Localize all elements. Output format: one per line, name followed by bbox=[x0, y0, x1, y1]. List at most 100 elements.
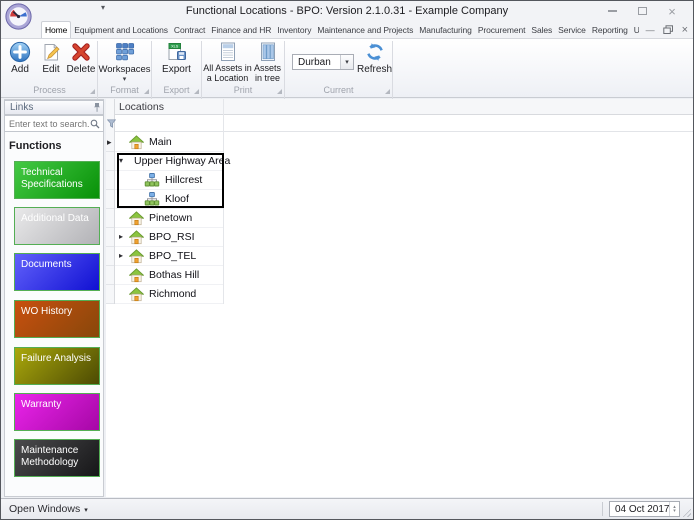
tree-row-bpo-tel[interactable]: ▸ BPO_TEL bbox=[115, 247, 223, 266]
mdi-close-button[interactable]: × bbox=[682, 24, 688, 35]
tile-label: Maintenance Methodology bbox=[21, 445, 79, 468]
links-panel bbox=[4, 99, 104, 497]
format-dialog-launcher-icon[interactable] bbox=[144, 89, 149, 94]
tile-label: Failure Analysis bbox=[21, 353, 92, 364]
minimize-button[interactable] bbox=[597, 2, 627, 20]
open-windows-dropdown-icon: ▾ bbox=[84, 507, 88, 514]
statusbar-separator bbox=[602, 502, 603, 516]
edit-button[interactable]: Edit bbox=[36, 41, 66, 75]
tab-home[interactable]: Home bbox=[41, 21, 72, 38]
close-icon: × bbox=[668, 3, 676, 19]
focused-row-indicator-icon: ▸ bbox=[107, 137, 112, 147]
auto-filter-row[interactable] bbox=[106, 115, 693, 132]
tree-row-label: Hillcrest bbox=[165, 174, 203, 186]
app-logo-icon[interactable] bbox=[5, 3, 32, 30]
house-icon bbox=[129, 286, 144, 301]
maximize-button[interactable] bbox=[627, 2, 657, 20]
tab-service[interactable]: Service bbox=[555, 22, 589, 38]
search-icon bbox=[90, 119, 100, 129]
ribbon-tab-row: Home Equipment and Locations Contract Fi… bbox=[1, 21, 693, 39]
tree-row-kloof[interactable]: Kloof bbox=[115, 190, 223, 209]
add-icon bbox=[9, 41, 31, 63]
link-tile-documents[interactable]: Documents bbox=[14, 253, 100, 291]
tree-row-label: Main bbox=[149, 136, 172, 148]
expander-expanded-icon[interactable]: ▾ bbox=[119, 156, 123, 166]
tree-row-label: Pinetown bbox=[149, 212, 193, 224]
link-tile-maintenance-methodology[interactable]: Maintenance Methodology bbox=[14, 439, 100, 477]
tile-label: Technical Specifications bbox=[21, 167, 83, 190]
tab-sales[interactable]: Sales bbox=[528, 22, 555, 38]
print-dialog-launcher-icon[interactable] bbox=[277, 89, 282, 94]
add-button[interactable]: Add bbox=[5, 41, 35, 75]
mdi-minimize-button[interactable]: — bbox=[646, 25, 655, 35]
column-border-line bbox=[223, 99, 224, 304]
filter-funnel-icon[interactable] bbox=[107, 119, 116, 128]
house-icon bbox=[129, 210, 144, 225]
pin-icon[interactable] bbox=[93, 102, 101, 113]
tab-finance-and-hr[interactable]: Finance and HR bbox=[208, 22, 274, 38]
maximize-icon bbox=[637, 7, 647, 15]
tree-row-bothas-hill[interactable]: Bothas Hill bbox=[115, 266, 223, 285]
expander-collapsed-icon[interactable]: ▸ bbox=[119, 232, 123, 242]
tree-row-label: BPO_RSI bbox=[149, 231, 195, 243]
links-panel-header: Links bbox=[4, 100, 104, 115]
tree-row-richmond[interactable]: Richmond bbox=[115, 285, 223, 304]
app-window: ▾ Functional Locations - BPO: Version 2.… bbox=[0, 0, 694, 520]
refresh-button[interactable]: Refresh bbox=[357, 41, 392, 75]
mdi-restore-button[interactable] bbox=[662, 24, 674, 35]
workspaces-icon bbox=[115, 43, 134, 61]
close-button[interactable]: × bbox=[657, 2, 687, 20]
date-editor[interactable]: 04 Oct 2017 ▴ ▾ bbox=[609, 501, 680, 517]
tab-contract[interactable]: Contract bbox=[171, 22, 208, 38]
group-caption-print: Print bbox=[233, 85, 253, 95]
export-button[interactable]: XLS Export bbox=[152, 41, 201, 75]
combo-dropdown-icon[interactable]: ▾ bbox=[340, 55, 353, 69]
tree-row-hillcrest[interactable]: Hillcrest bbox=[115, 171, 223, 190]
tab-equipment-and-locations[interactable]: Equipment and Locations bbox=[71, 22, 171, 38]
row-indicator-cells bbox=[106, 133, 114, 304]
site-icon bbox=[144, 192, 160, 206]
link-tile-failure-analysis[interactable]: Failure Analysis bbox=[14, 347, 100, 385]
process-dialog-launcher-icon[interactable] bbox=[90, 89, 95, 94]
house-icon bbox=[129, 248, 144, 263]
locations-column-header[interactable]: Locations bbox=[106, 99, 693, 115]
window-title: Functional Locations - BPO: Version 2.1.… bbox=[185, 5, 509, 17]
tree-row-pinetown[interactable]: Pinetown bbox=[115, 209, 223, 228]
resize-grip[interactable] bbox=[681, 507, 691, 517]
tree-row-main[interactable]: Main bbox=[115, 133, 223, 152]
all-assets-in-location-button[interactable]: All Assets in a Location bbox=[203, 41, 252, 83]
site-combo-box[interactable]: Durban ▾ bbox=[292, 54, 354, 70]
search-input[interactable] bbox=[5, 116, 89, 131]
delete-button[interactable]: Delete bbox=[65, 41, 97, 75]
ribbon-group-export: XLS Export Export bbox=[152, 39, 201, 97]
tree-row-label: Richmond bbox=[149, 288, 197, 300]
tab-maintenance-and-projects[interactable]: Maintenance and Projects bbox=[314, 22, 416, 38]
open-windows-button[interactable]: Open Windows ▾ bbox=[9, 503, 88, 515]
tree-report-icon bbox=[260, 42, 275, 61]
current-dialog-launcher-icon[interactable] bbox=[385, 89, 390, 94]
spin-down-icon[interactable]: ▾ bbox=[673, 509, 676, 514]
link-tile-wo-history[interactable]: WO History bbox=[14, 300, 100, 338]
tab-inventory[interactable]: Inventory bbox=[274, 22, 314, 38]
mdi-window-controls: — × bbox=[638, 22, 688, 37]
tab-procurement[interactable]: Procurement bbox=[475, 22, 529, 38]
tree-row-bpo-rsi[interactable]: ▸ BPO_RSI bbox=[115, 228, 223, 247]
quick-access-dropdown-icon[interactable]: ▾ bbox=[101, 3, 105, 12]
tab-manufacturing[interactable]: Manufacturing bbox=[416, 22, 475, 38]
tab-reporting[interactable]: Reporting bbox=[589, 22, 631, 38]
minimize-icon bbox=[607, 10, 617, 12]
report-page-icon bbox=[220, 42, 235, 61]
date-spinner[interactable]: ▴ ▾ bbox=[669, 502, 679, 516]
export-dialog-launcher-icon[interactable] bbox=[194, 89, 199, 94]
link-tile-warranty[interactable]: Warranty bbox=[14, 393, 100, 431]
expander-collapsed-icon[interactable]: ▸ bbox=[119, 251, 123, 261]
tree-row-upper-highway-area[interactable]: ▾ Upper Highway Area bbox=[115, 152, 230, 171]
assets-in-tree-button[interactable]: Assets in tree bbox=[251, 41, 284, 83]
workspaces-button[interactable]: Workspaces ▾ bbox=[98, 41, 151, 83]
delete-icon bbox=[72, 43, 90, 61]
link-tile-technical-specifications[interactable]: Technical Specifications bbox=[14, 161, 100, 199]
house-icon bbox=[129, 134, 144, 149]
ribbon-group-process: Add Edit Delete Process bbox=[2, 39, 97, 97]
house-icon bbox=[129, 229, 144, 244]
link-tile-additional-data[interactable]: Additional Data bbox=[14, 207, 100, 245]
